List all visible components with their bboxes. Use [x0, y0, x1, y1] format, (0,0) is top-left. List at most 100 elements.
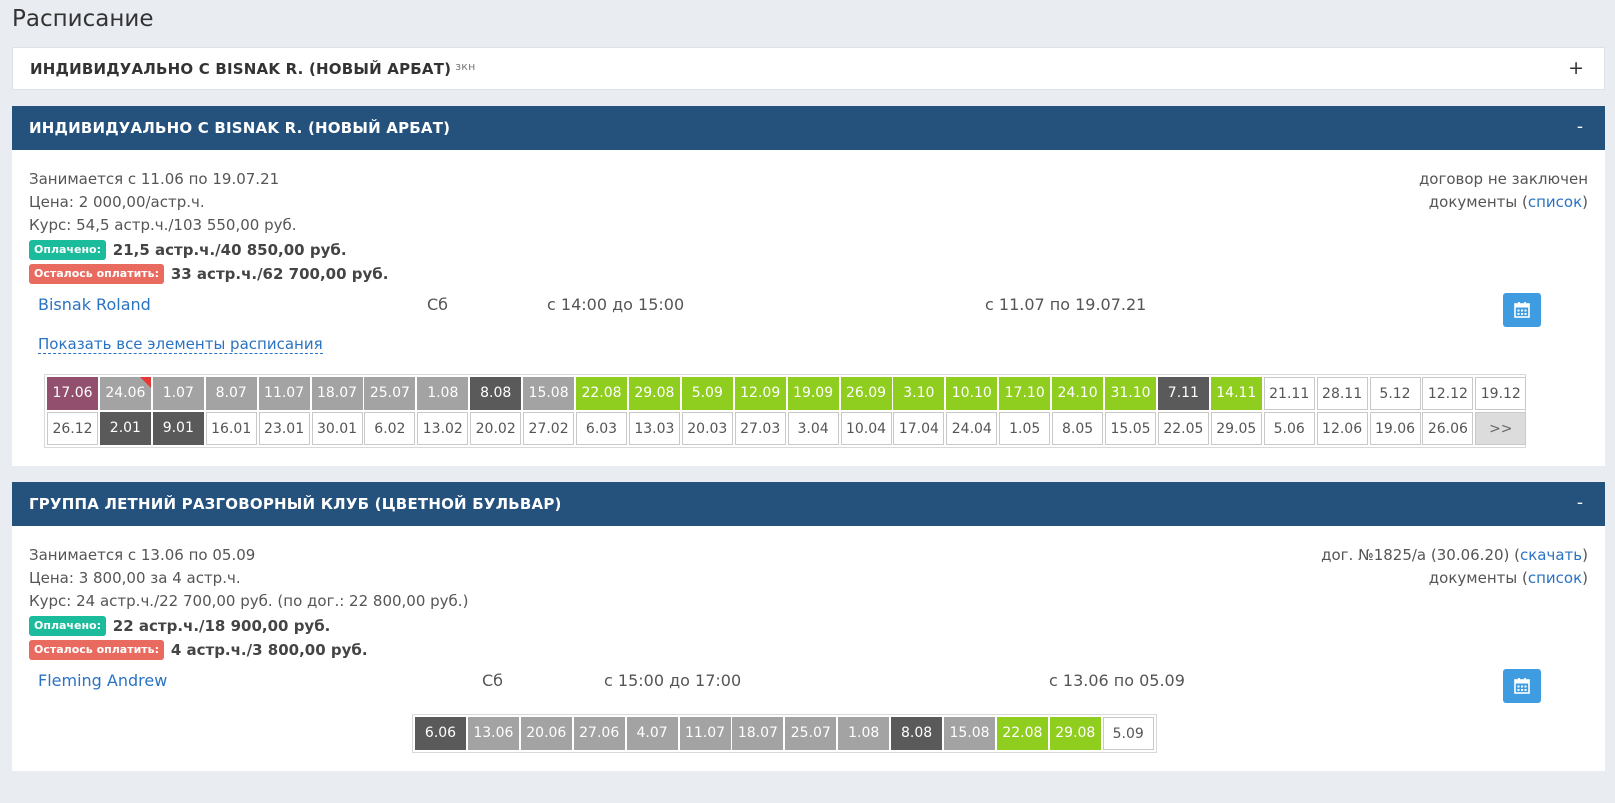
lesson-date-cell[interactable]: 8.07	[205, 377, 257, 410]
lesson-date-cell[interactable]: 17.04	[893, 412, 945, 445]
lesson-date-cell[interactable]: 22.08	[996, 717, 1048, 750]
remaining-badge: Осталось оплатить:	[29, 640, 165, 660]
course-price: Цена: 2 000,00/астр.ч.	[29, 193, 205, 211]
course-panel-1: ИНДИВИДУАЛЬНО С BISNAK R. (НОВЫЙ АРБАТ) …	[12, 106, 1605, 466]
lesson-date-cell[interactable]: 10.04	[840, 412, 892, 445]
lesson-date-cell[interactable]: 24.04	[946, 412, 998, 445]
lesson-date-cell[interactable]: 11.07	[679, 717, 731, 750]
lesson-date-cell[interactable]: 2.01	[99, 412, 151, 445]
lesson-date-cell[interactable]: 3.10	[893, 377, 945, 410]
lesson-date-cell[interactable]: 10.10	[946, 377, 998, 410]
lesson-date-cell[interactable]: 13.06	[467, 717, 519, 750]
lesson-date-cell[interactable]: 23.01	[258, 412, 310, 445]
contract-download-link[interactable]: скачать	[1520, 546, 1582, 564]
lesson-date-cell[interactable]: 20.03	[681, 412, 733, 445]
lesson-date-cell[interactable]: 22.08	[576, 377, 627, 410]
lesson-date-cell[interactable]: 14.11	[1210, 377, 1262, 410]
lesson-date-cell[interactable]: 6.03	[576, 412, 627, 445]
contract-line: дог. №1825/а (30.06.20) (скачать)	[1321, 546, 1588, 564]
lesson-date-cell[interactable]: 3.04	[787, 412, 839, 445]
lesson-date-cell[interactable]: 11.07	[258, 377, 310, 410]
lesson-date-cell[interactable]: 30.01	[311, 412, 363, 445]
lesson-date-cell[interactable]: 22.05	[1157, 412, 1209, 445]
lesson-date-cell[interactable]: 13.03	[628, 412, 680, 445]
lesson-date-cell[interactable]: 29.08	[628, 377, 680, 410]
lesson-date-cell[interactable]: 6.02	[364, 412, 416, 445]
documents-list-link[interactable]: список	[1528, 193, 1582, 211]
lesson-date-cell[interactable]: 19.09	[787, 377, 839, 410]
calendar-button[interactable]	[1503, 669, 1541, 703]
course-header[interactable]: ГРУППА ЛЕТНИЙ РАЗГОВОРНЫЙ КЛУБ (ЦВЕТНОЙ …	[12, 482, 1605, 526]
lesson-date-cell[interactable]: 5.09	[681, 377, 733, 410]
lesson-date-cell[interactable]: 12.12	[1422, 377, 1474, 410]
expand-toggle[interactable]: +	[1568, 57, 1584, 79]
documents-list-link[interactable]: список	[1528, 569, 1582, 587]
lesson-date-cell[interactable]: 17.10	[999, 377, 1051, 410]
lesson-date-cell[interactable]: 29.08	[1049, 717, 1101, 750]
course-title: ИНДИВИДУАЛЬНО С BISNAK R. (НОВЫЙ АРБАТ) з…	[30, 60, 476, 78]
more-lessons-button[interactable]: >>	[1475, 412, 1527, 445]
schedule-range: с 13.06 по 05.09	[1049, 671, 1185, 690]
lesson-date-cell[interactable]: 4.07	[626, 717, 678, 750]
lesson-date-cell[interactable]: 21.11	[1263, 377, 1315, 410]
lesson-date-cell[interactable]: 5.06	[1263, 412, 1315, 445]
lesson-date-cell[interactable]: 25.07	[785, 717, 837, 750]
lesson-date-cell[interactable]: 26.09	[840, 377, 892, 410]
lesson-date-cell[interactable]: 8.08	[891, 717, 943, 750]
lesson-date-cell[interactable]: 9.01	[152, 412, 204, 445]
lesson-date-cell[interactable]: 8.05	[1052, 412, 1104, 445]
course-panel-collapsed[interactable]: ИНДИВИДУАЛЬНО С BISNAK R. (НОВЫЙ АРБАТ) з…	[12, 47, 1605, 90]
lesson-date-cell[interactable]: 29.05	[1210, 412, 1262, 445]
calendar-icon	[1514, 678, 1530, 694]
lesson-date-cell[interactable]: 17.06	[47, 377, 98, 410]
lesson-date-cell[interactable]: 15.05	[1105, 412, 1156, 445]
lesson-date-cell[interactable]: 18.07	[311, 377, 363, 410]
lesson-date-cell[interactable]: 24.06	[99, 377, 151, 410]
lessons-grid: 6.06 13.06 20.06 27.06 4.07 11.07 18.07 25.07 1.…	[412, 714, 1157, 753]
lesson-date-cell[interactable]: 12.06	[1316, 412, 1368, 445]
lesson-date-cell[interactable]: 15.08	[944, 717, 995, 750]
lesson-date-cell[interactable]: 5.09	[1102, 717, 1154, 750]
lesson-date-cell[interactable]: 31.10	[1105, 377, 1156, 410]
lesson-date-cell[interactable]: 27.03	[734, 412, 786, 445]
schedule-time: с 15:00 до 17:00	[604, 671, 742, 690]
lesson-date-cell[interactable]: 13.02	[417, 412, 469, 445]
lesson-date-cell[interactable]: 16.01	[205, 412, 257, 445]
lesson-date-cell[interactable]: 20.02	[470, 412, 522, 445]
lesson-date-cell[interactable]: 19.12	[1475, 377, 1527, 410]
lesson-date-cell[interactable]: 5.12	[1369, 377, 1421, 410]
lesson-date-cell[interactable]: 19.06	[1369, 412, 1421, 445]
paid-badge: Оплачено:	[29, 616, 106, 636]
lesson-date-cell[interactable]: 26.12	[47, 412, 98, 445]
lesson-date-cell[interactable]: 8.08	[470, 377, 522, 410]
course-period: Занимается с 13.06 по 05.09	[29, 546, 256, 564]
lesson-date-cell[interactable]: 15.08	[523, 377, 575, 410]
lesson-date-cell[interactable]: 7.11	[1157, 377, 1209, 410]
lesson-date-cell[interactable]: 12.09	[734, 377, 786, 410]
lesson-date-cell[interactable]: 24.10	[1052, 377, 1104, 410]
teacher-link[interactable]: Fleming Andrew	[38, 671, 167, 690]
lesson-date-cell[interactable]: 1.07	[152, 377, 204, 410]
lesson-date-cell[interactable]: 6.06	[415, 717, 466, 750]
lesson-date-cell[interactable]: 26.06	[1422, 412, 1474, 445]
collapse-toggle[interactable]: -	[1577, 117, 1583, 137]
lesson-date-cell[interactable]: 27.06	[573, 717, 625, 750]
lesson-date-cell[interactable]: 20.06	[520, 717, 572, 750]
lesson-date-cell[interactable]: 1.08	[417, 377, 469, 410]
lesson-date-cell[interactable]: 25.07	[364, 377, 416, 410]
calendar-icon	[1514, 302, 1530, 318]
teacher-link[interactable]: Bisnak Roland	[38, 295, 151, 314]
lesson-date-cell[interactable]: 27.02	[523, 412, 575, 445]
course-header[interactable]: ИНДИВИДУАЛЬНО С BISNAK R. (НОВЫЙ АРБАТ) …	[12, 106, 1605, 150]
collapse-toggle[interactable]: -	[1577, 493, 1583, 513]
lesson-date-cell[interactable]: 28.11	[1316, 377, 1368, 410]
lesson-date-cell[interactable]: 1.05	[999, 412, 1051, 445]
documents-line: документы (список)	[1428, 569, 1588, 587]
calendar-button[interactable]	[1503, 293, 1541, 327]
schedule-time: с 14:00 до 15:00	[547, 295, 685, 314]
paid-value: 21,5 астр.ч./40 850,00 руб.	[112, 241, 347, 259]
lesson-date-cell[interactable]: 18.07	[732, 717, 784, 750]
show-all-schedule-link[interactable]: Показать все элементы расписания	[38, 335, 323, 354]
lesson-date-cell[interactable]: 1.08	[838, 717, 890, 750]
lessons-grid: 17.06 24.06 1.07 8.07 11.07 18.07 25.07 1.08 8.0…	[44, 374, 1527, 448]
